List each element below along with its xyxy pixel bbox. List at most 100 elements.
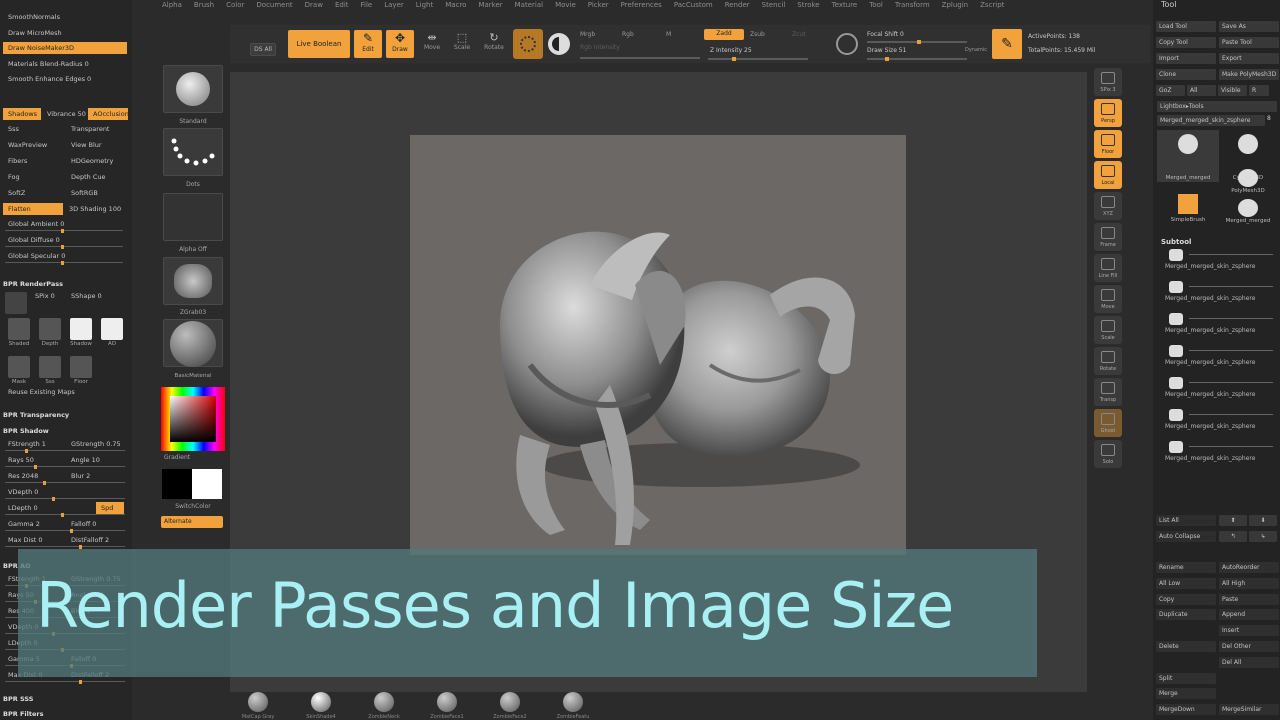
- shadow-rows-4-b[interactable]: Spd: [96, 502, 124, 514]
- menu-tool[interactable]: Tool: [869, 0, 883, 12]
- tool-button-copy-tool[interactable]: Copy Tool: [1156, 37, 1216, 48]
- vibrance-slider[interactable]: Vibrance 50: [42, 108, 87, 120]
- tool-thumb-2[interactable]: PolyMesh3D: [1219, 165, 1277, 195]
- tool-title[interactable]: Tool: [1161, 0, 1177, 9]
- ao-rows-track-6[interactable]: [5, 680, 125, 684]
- shadow-rows-4-a[interactable]: LDepth 0: [3, 502, 65, 514]
- shadow-rows-track-4[interactable]: [5, 513, 125, 517]
- color-mode-icon[interactable]: [548, 33, 570, 55]
- reuse-maps-toggle[interactable]: Reuse Existing Maps: [3, 386, 123, 398]
- view-scale-button[interactable]: Scale: [1094, 316, 1122, 344]
- shadow-rows-2-b[interactable]: Blur 2: [66, 470, 128, 482]
- menu-zscript[interactable]: Zscript: [980, 0, 1004, 12]
- render-pass-depth-icon[interactable]: [39, 318, 61, 340]
- material-2-icon[interactable]: [374, 692, 394, 712]
- render-option-2-a[interactable]: Fibers: [3, 155, 65, 167]
- render-row-4[interactable]: Smooth Enhance Edges 0: [3, 73, 127, 85]
- subtool-4-name[interactable]: Merged_merged_skin_zsphere: [1165, 391, 1255, 398]
- primary-color-swatch[interactable]: [192, 469, 222, 499]
- global-slider-2[interactable]: Global Specular 0: [3, 250, 127, 262]
- subtool-action-del-all[interactable]: Del All: [1219, 656, 1279, 668]
- material-3-icon[interactable]: [437, 692, 457, 712]
- subtool-1-name[interactable]: Merged_merged_skin_zsphere: [1165, 295, 1255, 302]
- subtool-2-name[interactable]: Merged_merged_skin_zsphere: [1165, 327, 1255, 334]
- subtool-action-all-low[interactable]: All Low: [1156, 577, 1216, 589]
- menu-layer[interactable]: Layer: [384, 0, 404, 12]
- tool-button-r[interactable]: R: [1249, 85, 1269, 96]
- zcut-button[interactable]: Zcut: [792, 31, 806, 38]
- 3d-shading-slider[interactable]: 3D Shading 100: [64, 203, 128, 215]
- global-slider-track-2[interactable]: [5, 261, 123, 265]
- z-intensity-slider[interactable]: [708, 57, 808, 61]
- subtool-action-split[interactable]: Split: [1156, 672, 1216, 684]
- render-option-4-a[interactable]: SoftZ: [3, 187, 65, 199]
- subtool-0-icon[interactable]: [1169, 249, 1183, 261]
- view-persp-button[interactable]: Persp: [1094, 99, 1122, 127]
- subtool-action-mergedown[interactable]: MergeDown: [1156, 704, 1216, 716]
- subtool-5-icon[interactable]: [1169, 409, 1183, 421]
- view-spix-3-button[interactable]: SPix 3: [1094, 68, 1122, 96]
- subtool-3-controls[interactable]: [1189, 350, 1273, 351]
- tool-button-export[interactable]: Export: [1219, 53, 1279, 64]
- shadow-rows-track-6[interactable]: [5, 545, 125, 549]
- shadow-rows-2-a[interactable]: Res 2048: [3, 470, 65, 482]
- subtool-action-del-other[interactable]: Del Other: [1219, 641, 1279, 652]
- shadow-rows-1-b[interactable]: Angle 10: [66, 454, 128, 466]
- subtool-action-copy[interactable]: Copy: [1156, 593, 1216, 605]
- menu-edit[interactable]: Edit: [335, 0, 349, 12]
- arrow-down-icon[interactable]: ↳: [1249, 531, 1277, 542]
- shadow-rows-5-b[interactable]: Falloff 0: [66, 518, 128, 530]
- menu-marker[interactable]: Marker: [478, 0, 502, 12]
- render-pass-ao-icon[interactable]: [101, 318, 123, 340]
- shadow-rows-0-a[interactable]: FStrength 1: [3, 438, 65, 450]
- dynamic-button[interactable]: Dynamic: [965, 47, 987, 53]
- render-row-2[interactable]: Draw NoiseMaker3D: [3, 42, 127, 54]
- subtool-action-rename[interactable]: Rename: [1156, 562, 1216, 573]
- subtool-4-controls[interactable]: [1189, 382, 1273, 383]
- view-ghost-button[interactable]: Ghost: [1094, 409, 1122, 437]
- global-slider-track-0[interactable]: [5, 229, 123, 233]
- render-option-0-a[interactable]: Sss: [3, 123, 65, 135]
- shadow-rows-3-b[interactable]: [66, 486, 128, 498]
- material-4-icon[interactable]: [500, 692, 520, 712]
- menu-movie[interactable]: Movie: [555, 0, 576, 12]
- material-0-icon[interactable]: [248, 692, 268, 712]
- tool-thumb-3[interactable]: SimpleBrush: [1157, 190, 1219, 224]
- tool-button-make-polymesh3d[interactable]: Make PolyMesh3D: [1219, 69, 1279, 80]
- material-5-icon[interactable]: [563, 692, 583, 712]
- subtool-action-append[interactable]: Append: [1219, 609, 1279, 621]
- subtool-2-icon[interactable]: [1169, 313, 1183, 325]
- shadow-rows-track-1[interactable]: [5, 465, 125, 469]
- subtool-5-controls[interactable]: [1189, 414, 1273, 415]
- bpr-render-icon[interactable]: [5, 292, 27, 314]
- zadd-button[interactable]: Zadd: [704, 29, 744, 40]
- render-pass-sss-icon[interactable]: [39, 356, 61, 378]
- subtool-0-controls[interactable]: [1189, 254, 1273, 255]
- mrgb-button[interactable]: Mrgb: [580, 31, 595, 38]
- tool-thumb-0[interactable]: Merged_merged: [1157, 130, 1219, 182]
- scale-button[interactable]: ⬚ Scale: [450, 31, 474, 57]
- render-pass-shadow-icon[interactable]: [70, 318, 92, 340]
- draw-button[interactable]: ✥ Draw: [386, 30, 414, 58]
- render-row-0[interactable]: SmoothNormals: [3, 11, 127, 23]
- render-option-3-a[interactable]: Fog: [3, 171, 65, 183]
- render-option-1-b[interactable]: View Blur: [66, 139, 128, 151]
- menu-texture[interactable]: Texture: [832, 0, 858, 12]
- menu-paccustom[interactable]: PacCustom: [674, 0, 713, 12]
- subtool-4-icon[interactable]: [1169, 377, 1183, 389]
- view-move-button[interactable]: Move: [1094, 285, 1122, 313]
- subtool-2-controls[interactable]: [1189, 318, 1273, 319]
- menu-light[interactable]: Light: [416, 0, 433, 12]
- tool-button-save-as[interactable]: Save As: [1219, 21, 1279, 32]
- tool-button-import[interactable]: Import: [1156, 53, 1216, 64]
- subtool-1-icon[interactable]: [1169, 281, 1183, 293]
- tool-button-visible[interactable]: Visible: [1218, 85, 1247, 96]
- document-canvas[interactable]: [410, 135, 906, 555]
- bpr-transparency-header[interactable]: BPR Transparency: [3, 411, 69, 419]
- bpr-shadow-header[interactable]: BPR Shadow: [3, 427, 49, 435]
- sshape-slider[interactable]: SShape 0: [66, 290, 126, 302]
- subtool-action-all-high[interactable]: All High: [1219, 577, 1279, 589]
- menu-zplugin[interactable]: Zplugin: [942, 0, 968, 12]
- shadow-rows-6-b[interactable]: DistFalloff 2: [66, 534, 128, 546]
- tool-button-goz[interactable]: GoZ: [1156, 85, 1185, 96]
